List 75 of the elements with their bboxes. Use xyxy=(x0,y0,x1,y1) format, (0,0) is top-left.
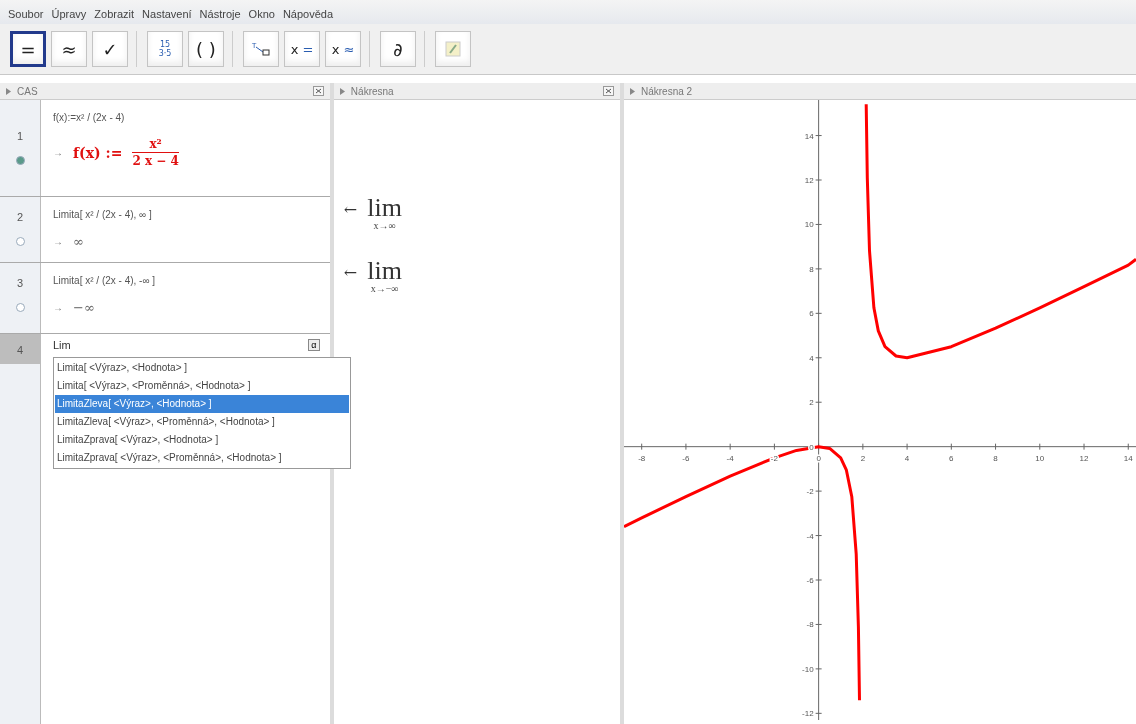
y-tick-label: -10 xyxy=(802,664,814,674)
x-tick-label: 14 xyxy=(1123,453,1133,463)
y-tick-label: 0 xyxy=(809,442,814,452)
panel-title: Nákresna xyxy=(350,85,394,97)
x-tick-label: -6 xyxy=(682,453,690,463)
panel-title: CAS xyxy=(17,85,38,97)
y-tick-label: -4 xyxy=(806,531,814,541)
pen-icon xyxy=(444,40,462,58)
cas-input[interactable]: Limita[ x² / (2x - 4), -∞ ] xyxy=(53,275,318,286)
limit-subscript: x→−∞ xyxy=(370,283,399,294)
menu-item[interactable]: Nástroje xyxy=(195,8,245,20)
x-tick-label: 6 xyxy=(949,453,954,463)
limit-symbol: lim xyxy=(367,196,402,220)
y-tick-label: 8 xyxy=(809,264,814,274)
collapse-icon[interactable] xyxy=(630,87,635,95)
output-value: −∞ xyxy=(73,300,95,315)
y-tick-label: 10 xyxy=(804,220,814,230)
x-tick-label: 8 xyxy=(993,453,998,463)
x-tick-label: -8 xyxy=(638,453,646,463)
close-button[interactable] xyxy=(603,86,614,96)
output-value: ∞ xyxy=(73,234,84,249)
output-arrow: → xyxy=(53,147,63,158)
tool-button[interactable]: 15 3·5 xyxy=(147,31,183,67)
x-tick-label: 12 xyxy=(1079,453,1089,463)
tool-button[interactable]: ≈ xyxy=(51,31,87,67)
row-number: 2 xyxy=(16,211,24,223)
tool-button[interactable]: x = xyxy=(284,31,320,67)
y-tick-label: 2 xyxy=(809,398,814,408)
menu-item[interactable]: Nastavení xyxy=(138,8,196,20)
suggestion-item[interactable]: LimitaZleva[ <Výraz>, <Hodnota> ] xyxy=(55,395,349,413)
x-tick-label: 2 xyxy=(860,453,866,463)
tool-button[interactable] xyxy=(435,31,471,67)
tool-button[interactable]: ∂ xyxy=(380,31,416,67)
x-tick-label: 0 xyxy=(816,453,821,463)
tool-button[interactable]: = xyxy=(10,31,46,67)
limit-subscript: x→∞ xyxy=(373,220,396,231)
y-tick-label: -6 xyxy=(806,576,814,585)
output-arrow: → xyxy=(53,236,63,247)
limit-symbol: lim xyxy=(367,259,402,283)
plot-toggle[interactable] xyxy=(15,156,25,165)
plot-toggle[interactable] xyxy=(15,303,25,312)
menu-item[interactable]: Soubor xyxy=(4,8,48,20)
menu-item[interactable]: Nápověda xyxy=(278,8,338,20)
menu-item[interactable]: Úpravy xyxy=(47,8,91,20)
y-tick-label: 4 xyxy=(809,353,814,363)
menu-item[interactable]: Zobrazit xyxy=(90,8,139,20)
collapse-icon[interactable] xyxy=(339,87,345,95)
row-number: 1 xyxy=(16,130,24,142)
cas-input[interactable]: f(x):=x² / (2x - 4) xyxy=(53,112,318,123)
y-tick-label: -8 xyxy=(806,620,814,630)
x-tick-label: 10 xyxy=(1035,453,1045,463)
y-tick-label: 12 xyxy=(804,176,814,185)
plot-toggle[interactable] xyxy=(15,237,25,246)
panel-title: Nákresna 2 xyxy=(641,85,693,97)
row-number: 3 xyxy=(16,277,24,289)
y-tick-label: 14 xyxy=(804,131,814,141)
output-lhs: f(x) := xyxy=(73,144,123,161)
tool-button[interactable]: ( ) xyxy=(188,31,224,67)
output-fraction: x² 2 x − 4 xyxy=(132,137,179,168)
menu-item[interactable]: Okno xyxy=(244,8,279,20)
arrow-symbol: ← xyxy=(343,200,358,219)
tool-button[interactable]: x ≈ xyxy=(325,31,361,67)
symbol-button[interactable]: α xyxy=(307,339,320,351)
arrow-symbol: ← xyxy=(343,263,358,282)
x-tick-label: -4 xyxy=(726,453,734,463)
tool-button[interactable]: ✓ xyxy=(92,31,128,67)
cas-input[interactable]: Limita[ x² / (2x - 4), ∞ ] xyxy=(53,209,318,220)
collapse-icon[interactable] xyxy=(6,87,11,95)
output-arrow: → xyxy=(53,302,63,313)
close-button[interactable] xyxy=(312,86,324,96)
y-tick-label: -2 xyxy=(806,487,814,497)
x-tick-label: 4 xyxy=(904,453,910,463)
y-tick-label: -12 xyxy=(802,709,814,719)
row-number: 4 xyxy=(16,344,24,356)
y-tick-label: 6 xyxy=(809,309,814,319)
